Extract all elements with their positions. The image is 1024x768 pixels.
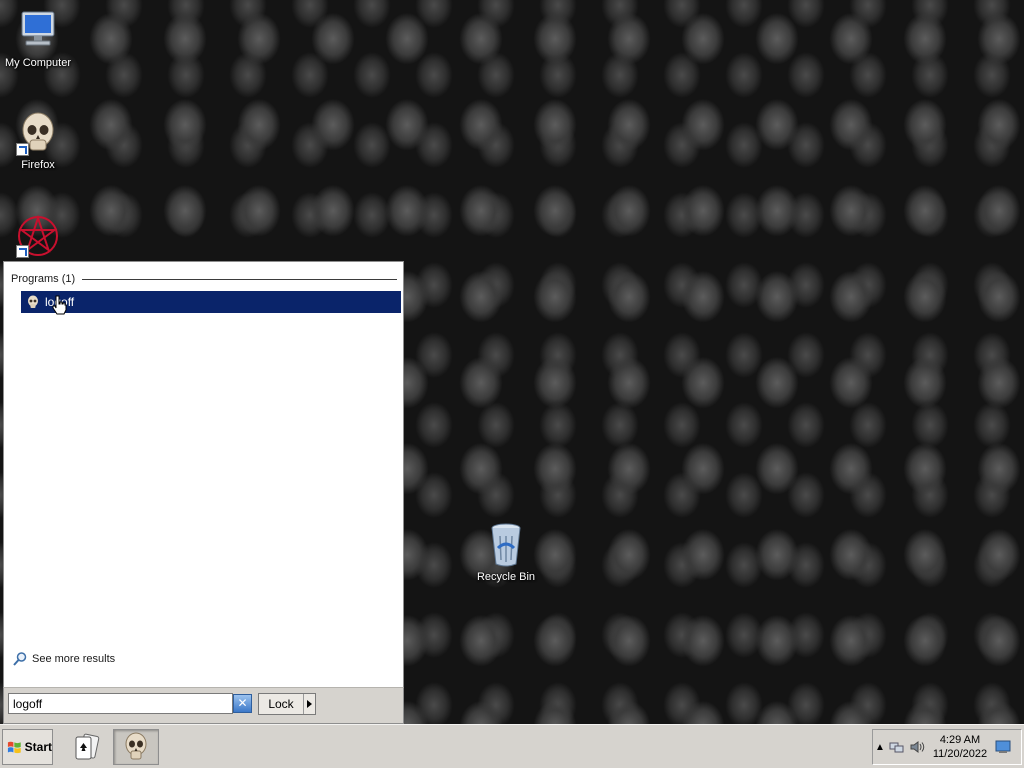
desktop-icon-my-computer[interactable]: My Computer — [0, 8, 76, 70]
taskbar-solitaire-button[interactable] — [63, 729, 109, 765]
start-menu-search-bar: ✕ Lock — [3, 687, 404, 724]
shortcut-arrow-icon — [16, 143, 29, 156]
see-more-results-label: See more results — [32, 653, 116, 665]
hand-cursor-icon — [52, 295, 67, 315]
pentagram-icon — [14, 212, 62, 258]
recycle-bin-icon — [482, 522, 530, 568]
magnifier-icon — [13, 652, 27, 666]
skull-icon — [125, 732, 147, 760]
desktop-icon-unnamed[interactable] — [0, 212, 76, 260]
windows-logo-icon — [7, 741, 21, 754]
desktop-icon-label: My Computer — [4, 57, 72, 69]
lock-button-label: Lock — [268, 697, 294, 711]
programs-section-header: Programs (1) — [11, 272, 397, 286]
start-menu-search-panel: Programs (1) logoff See more results — [3, 261, 404, 723]
desktop-icon-firefox[interactable]: Firefox — [0, 110, 76, 172]
lock-button[interactable]: Lock — [258, 693, 316, 715]
skull-icon — [14, 110, 62, 156]
desktop-icon-label: Recycle Bin — [476, 571, 536, 583]
taskbar-skull-app-button[interactable] — [113, 729, 159, 765]
start-search-input[interactable] — [8, 693, 233, 714]
section-header-label: Programs (1) — [11, 273, 76, 285]
power-options-arrow-icon[interactable] — [303, 694, 315, 714]
see-more-results-link[interactable]: See more results — [12, 651, 115, 667]
clock-date: 11/20/2022 — [932, 748, 988, 760]
desktop-icon-label: Firefox — [21, 159, 55, 171]
clear-search-icon[interactable]: ✕ — [233, 694, 252, 713]
network-icon[interactable] — [887, 737, 907, 757]
solitaire-card-icon — [75, 733, 100, 760]
desktop-icon-recycle-bin[interactable]: Recycle Bin — [468, 522, 544, 584]
start-button[interactable]: Start — [2, 729, 53, 765]
clock-time: 4:29 AM — [939, 734, 981, 746]
search-result-logoff[interactable]: logoff — [21, 291, 401, 313]
shortcut-arrow-icon — [16, 245, 29, 258]
show-hidden-icons-chevron-icon[interactable]: ▲ — [873, 742, 887, 753]
action-center-icon[interactable] — [993, 737, 1013, 757]
computer-icon — [14, 8, 62, 54]
volume-icon[interactable] — [907, 737, 927, 757]
taskbar: Start ▲ 4:29 AM 11/20/2022 — [0, 724, 1024, 768]
section-divider — [82, 278, 397, 280]
clock[interactable]: 4:29 AM 11/20/2022 — [927, 733, 993, 761]
start-button-label: Start — [24, 740, 52, 754]
system-tray: ▲ 4:29 AM 11/20/2022 — [872, 729, 1022, 765]
skull-icon — [28, 295, 38, 308]
